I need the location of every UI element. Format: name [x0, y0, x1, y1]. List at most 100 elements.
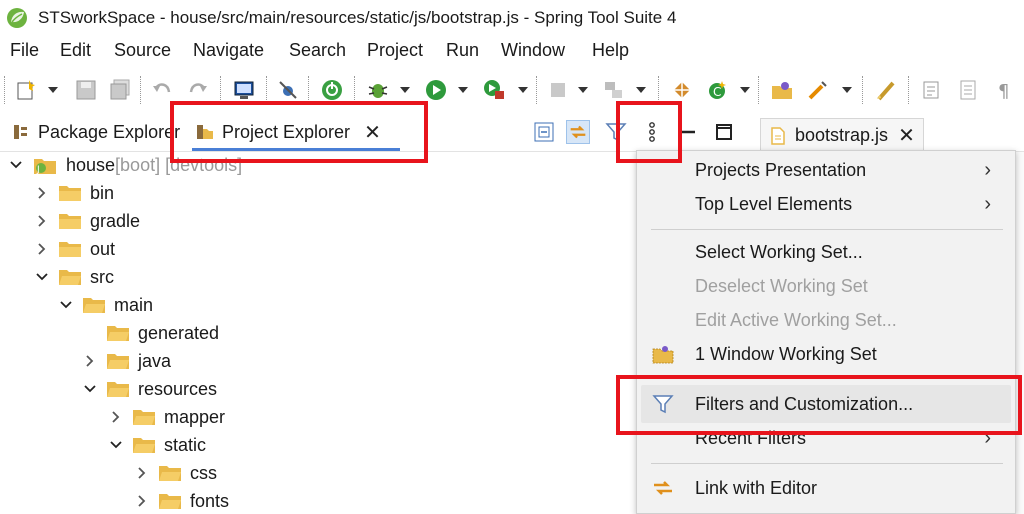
new-dropdown-icon[interactable]: [48, 87, 58, 93]
search-wand-icon[interactable]: [806, 78, 830, 102]
tree-item-mapper[interactable]: mapper: [110, 403, 225, 431]
tree-item-label: static: [164, 434, 207, 455]
menu-edit[interactable]: Edit: [60, 40, 91, 61]
undo-icon[interactable]: [150, 78, 174, 102]
toolbar-separator: [536, 76, 537, 104]
toolbar-separator: [862, 76, 863, 104]
menu-separator: [651, 229, 1003, 230]
chevron-right-icon: ›: [984, 159, 991, 181]
new-java-class-icon[interactable]: C: [706, 78, 730, 102]
folder-open-icon: [133, 438, 155, 453]
open-type-icon[interactable]: [770, 78, 794, 102]
menu-item-link-with-editor[interactable]: Link with Editor: [637, 471, 1015, 505]
stop-dropdown-icon[interactable]: [578, 87, 588, 93]
chevron-right-icon[interactable]: [84, 355, 96, 367]
working-set-icon: [652, 346, 674, 364]
tree-item-fonts[interactable]: fonts: [136, 487, 229, 514]
chevron-right-icon[interactable]: [36, 215, 48, 227]
tree-item-src[interactable]: src: [36, 263, 114, 291]
menu-item-top-level-elements[interactable]: Top Level Elements ›: [637, 187, 1015, 221]
chevron-down-icon[interactable]: [84, 383, 96, 395]
new-file-icon[interactable]: [14, 78, 38, 102]
menu-bar: File Edit Source Navigate Search Project…: [0, 36, 1024, 66]
tree-item-label: house: [66, 154, 116, 175]
menu-item-label: Deselect Working Set: [695, 276, 868, 296]
menu-window[interactable]: Window: [501, 40, 565, 61]
menu-file[interactable]: File: [10, 40, 39, 61]
next-annotation-icon[interactable]: [920, 78, 944, 102]
open-console-icon[interactable]: [232, 78, 256, 102]
chevron-right-icon[interactable]: [110, 411, 122, 423]
tree-item-bin[interactable]: bin: [36, 179, 114, 207]
tree-item-label: out: [90, 238, 116, 259]
maximize-icon[interactable]: [712, 120, 736, 144]
close-icon[interactable]: ✕: [898, 123, 915, 148]
svg-text:¶: ¶: [998, 81, 1009, 102]
boot-dashboard-icon[interactable]: [320, 78, 344, 102]
debug-dropdown-icon[interactable]: [400, 87, 410, 93]
menu-item-select-working-set[interactable]: Select Working Set...: [637, 235, 1015, 269]
folder-open-icon: [159, 466, 181, 481]
show-whitespace-icon[interactable]: ¶: [994, 78, 1018, 102]
menu-search[interactable]: Search: [289, 40, 346, 61]
save-all-icon[interactable]: [108, 78, 132, 102]
external-tools-dropdown-icon[interactable]: [518, 87, 528, 93]
menu-navigate[interactable]: Navigate: [193, 40, 264, 61]
menu-source[interactable]: Source: [114, 40, 171, 61]
chevron-right-icon[interactable]: [36, 187, 48, 199]
menu-run[interactable]: Run: [446, 40, 479, 61]
svg-text:C: C: [713, 85, 721, 99]
search-dropdown-icon[interactable]: [842, 87, 852, 93]
tree-item-label: generated: [138, 322, 220, 343]
view-tab-bar: Package Explorer Project Explorer ✕ boot…: [0, 112, 1024, 152]
chevron-down-icon[interactable]: [36, 271, 48, 283]
new-spring-starter-icon[interactable]: [670, 78, 694, 102]
link-with-editor-toggle-icon[interactable]: [566, 120, 590, 144]
editor-area: [1016, 152, 1024, 514]
tree-item-java[interactable]: java: [84, 347, 171, 375]
menu-project[interactable]: Project: [367, 40, 423, 61]
chevron-right-icon[interactable]: [136, 495, 148, 507]
tree-item-out[interactable]: out: [36, 235, 115, 263]
chevron-right-icon[interactable]: [36, 243, 48, 255]
tree-item-generated[interactable]: generated: [84, 319, 219, 347]
tab-package-explorer-label: Package Explorer: [38, 121, 181, 142]
save-icon[interactable]: [74, 78, 98, 102]
collapse-all-icon[interactable]: [532, 120, 556, 144]
tree-item-main[interactable]: main: [60, 291, 153, 319]
main-toolbar: C ¶: [0, 68, 1024, 110]
relaunch-icon[interactable]: [602, 78, 626, 102]
skip-breakpoints-icon[interactable]: [276, 78, 300, 102]
chevron-down-icon[interactable]: [10, 159, 22, 171]
tree-item-css[interactable]: css: [136, 459, 217, 487]
chevron-right-icon[interactable]: [136, 467, 148, 479]
external-tools-icon[interactable]: [482, 78, 506, 102]
menu-item-window-working-set[interactable]: 1 Window Working Set: [637, 337, 1015, 371]
menu-item-label: Link with Editor: [695, 478, 818, 498]
tree-item-resources[interactable]: resources: [84, 375, 217, 403]
toolbar-separator: [4, 76, 5, 104]
toolbar-separator: [758, 76, 759, 104]
tab-editor-bootstrap-js[interactable]: bootstrap.js ✕: [760, 118, 924, 152]
tab-editor-label: bootstrap.js: [795, 125, 889, 145]
chevron-down-icon[interactable]: [60, 299, 72, 311]
debug-icon[interactable]: [366, 78, 390, 102]
new-class-dropdown-icon[interactable]: [740, 87, 750, 93]
link-with-editor-icon: [654, 481, 672, 495]
run-icon[interactable]: [424, 78, 448, 102]
redo-icon[interactable]: [186, 78, 210, 102]
tab-package-explorer[interactable]: Package Explorer: [12, 112, 180, 152]
relaunch-dropdown-icon[interactable]: [636, 87, 646, 93]
menu-item-projects-presentation[interactable]: Projects Presentation ›: [637, 153, 1015, 187]
stop-icon[interactable]: [546, 78, 570, 102]
chevron-right-icon: ›: [984, 193, 991, 215]
annotation-brush-icon[interactable]: [874, 78, 898, 102]
run-dropdown-icon[interactable]: [458, 87, 468, 93]
chevron-down-icon[interactable]: [110, 439, 122, 451]
menu-help[interactable]: Help: [592, 40, 629, 61]
tree-item-gradle[interactable]: gradle: [36, 207, 140, 235]
tree-item-label: gradle: [90, 210, 141, 231]
window-title: STSworkSpace - house/src/main/resources/…: [38, 8, 677, 27]
tree-item-static[interactable]: static: [110, 431, 206, 459]
previous-annotation-icon[interactable]: [956, 78, 980, 102]
